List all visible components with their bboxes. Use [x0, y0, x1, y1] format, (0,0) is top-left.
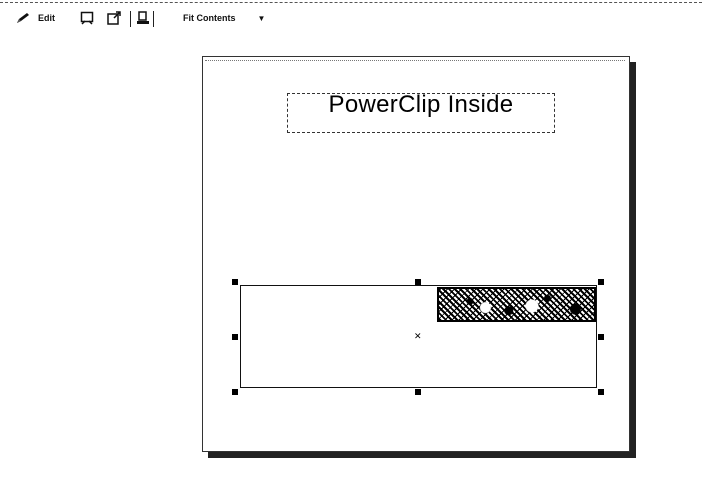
lock-contents-icon	[137, 11, 149, 24]
select-contents-icon	[80, 11, 94, 25]
clipped-image[interactable]	[437, 287, 596, 322]
center-marker-icon[interactable]: ✕	[414, 332, 422, 341]
selection-handle-top-center[interactable]	[415, 279, 421, 285]
toolbar-separator	[153, 11, 154, 27]
selection-handle-top-right[interactable]	[598, 279, 604, 285]
fit-contents-dropdown[interactable]: Fit Contents ▼	[183, 10, 265, 26]
top-divider	[0, 2, 702, 3]
powerclip-toolbar: Edit Fit Contents ▼	[0, 6, 702, 30]
fit-contents-label: Fit Contents	[183, 13, 236, 23]
pencil-icon	[17, 13, 29, 23]
page-printable-border	[205, 60, 625, 61]
extract-contents-icon	[107, 11, 121, 25]
edit-label: Edit	[38, 13, 55, 23]
page-title-text[interactable]: PowerClip Inside	[287, 91, 555, 119]
select-contents-button[interactable]	[80, 10, 94, 26]
selection-handle-middle-right[interactable]	[598, 334, 604, 340]
selection-handle-bottom-center[interactable]	[415, 389, 421, 395]
selection-handle-middle-left[interactable]	[232, 334, 238, 340]
powerclip-editor: Edit Fit Contents ▼ PowerClip Inside ✕	[0, 0, 702, 477]
extract-contents-button[interactable]	[107, 10, 121, 26]
toolbar-separator	[130, 11, 131, 27]
selection-handle-bottom-left[interactable]	[232, 389, 238, 395]
lock-contents-button[interactable]	[136, 10, 150, 26]
edit-powerclip-button[interactable]: Edit	[16, 10, 55, 26]
selection-handle-bottom-right[interactable]	[598, 389, 604, 395]
selection-handle-top-left[interactable]	[232, 279, 238, 285]
chevron-down-icon: ▼	[257, 13, 266, 23]
image-texture	[439, 289, 594, 320]
